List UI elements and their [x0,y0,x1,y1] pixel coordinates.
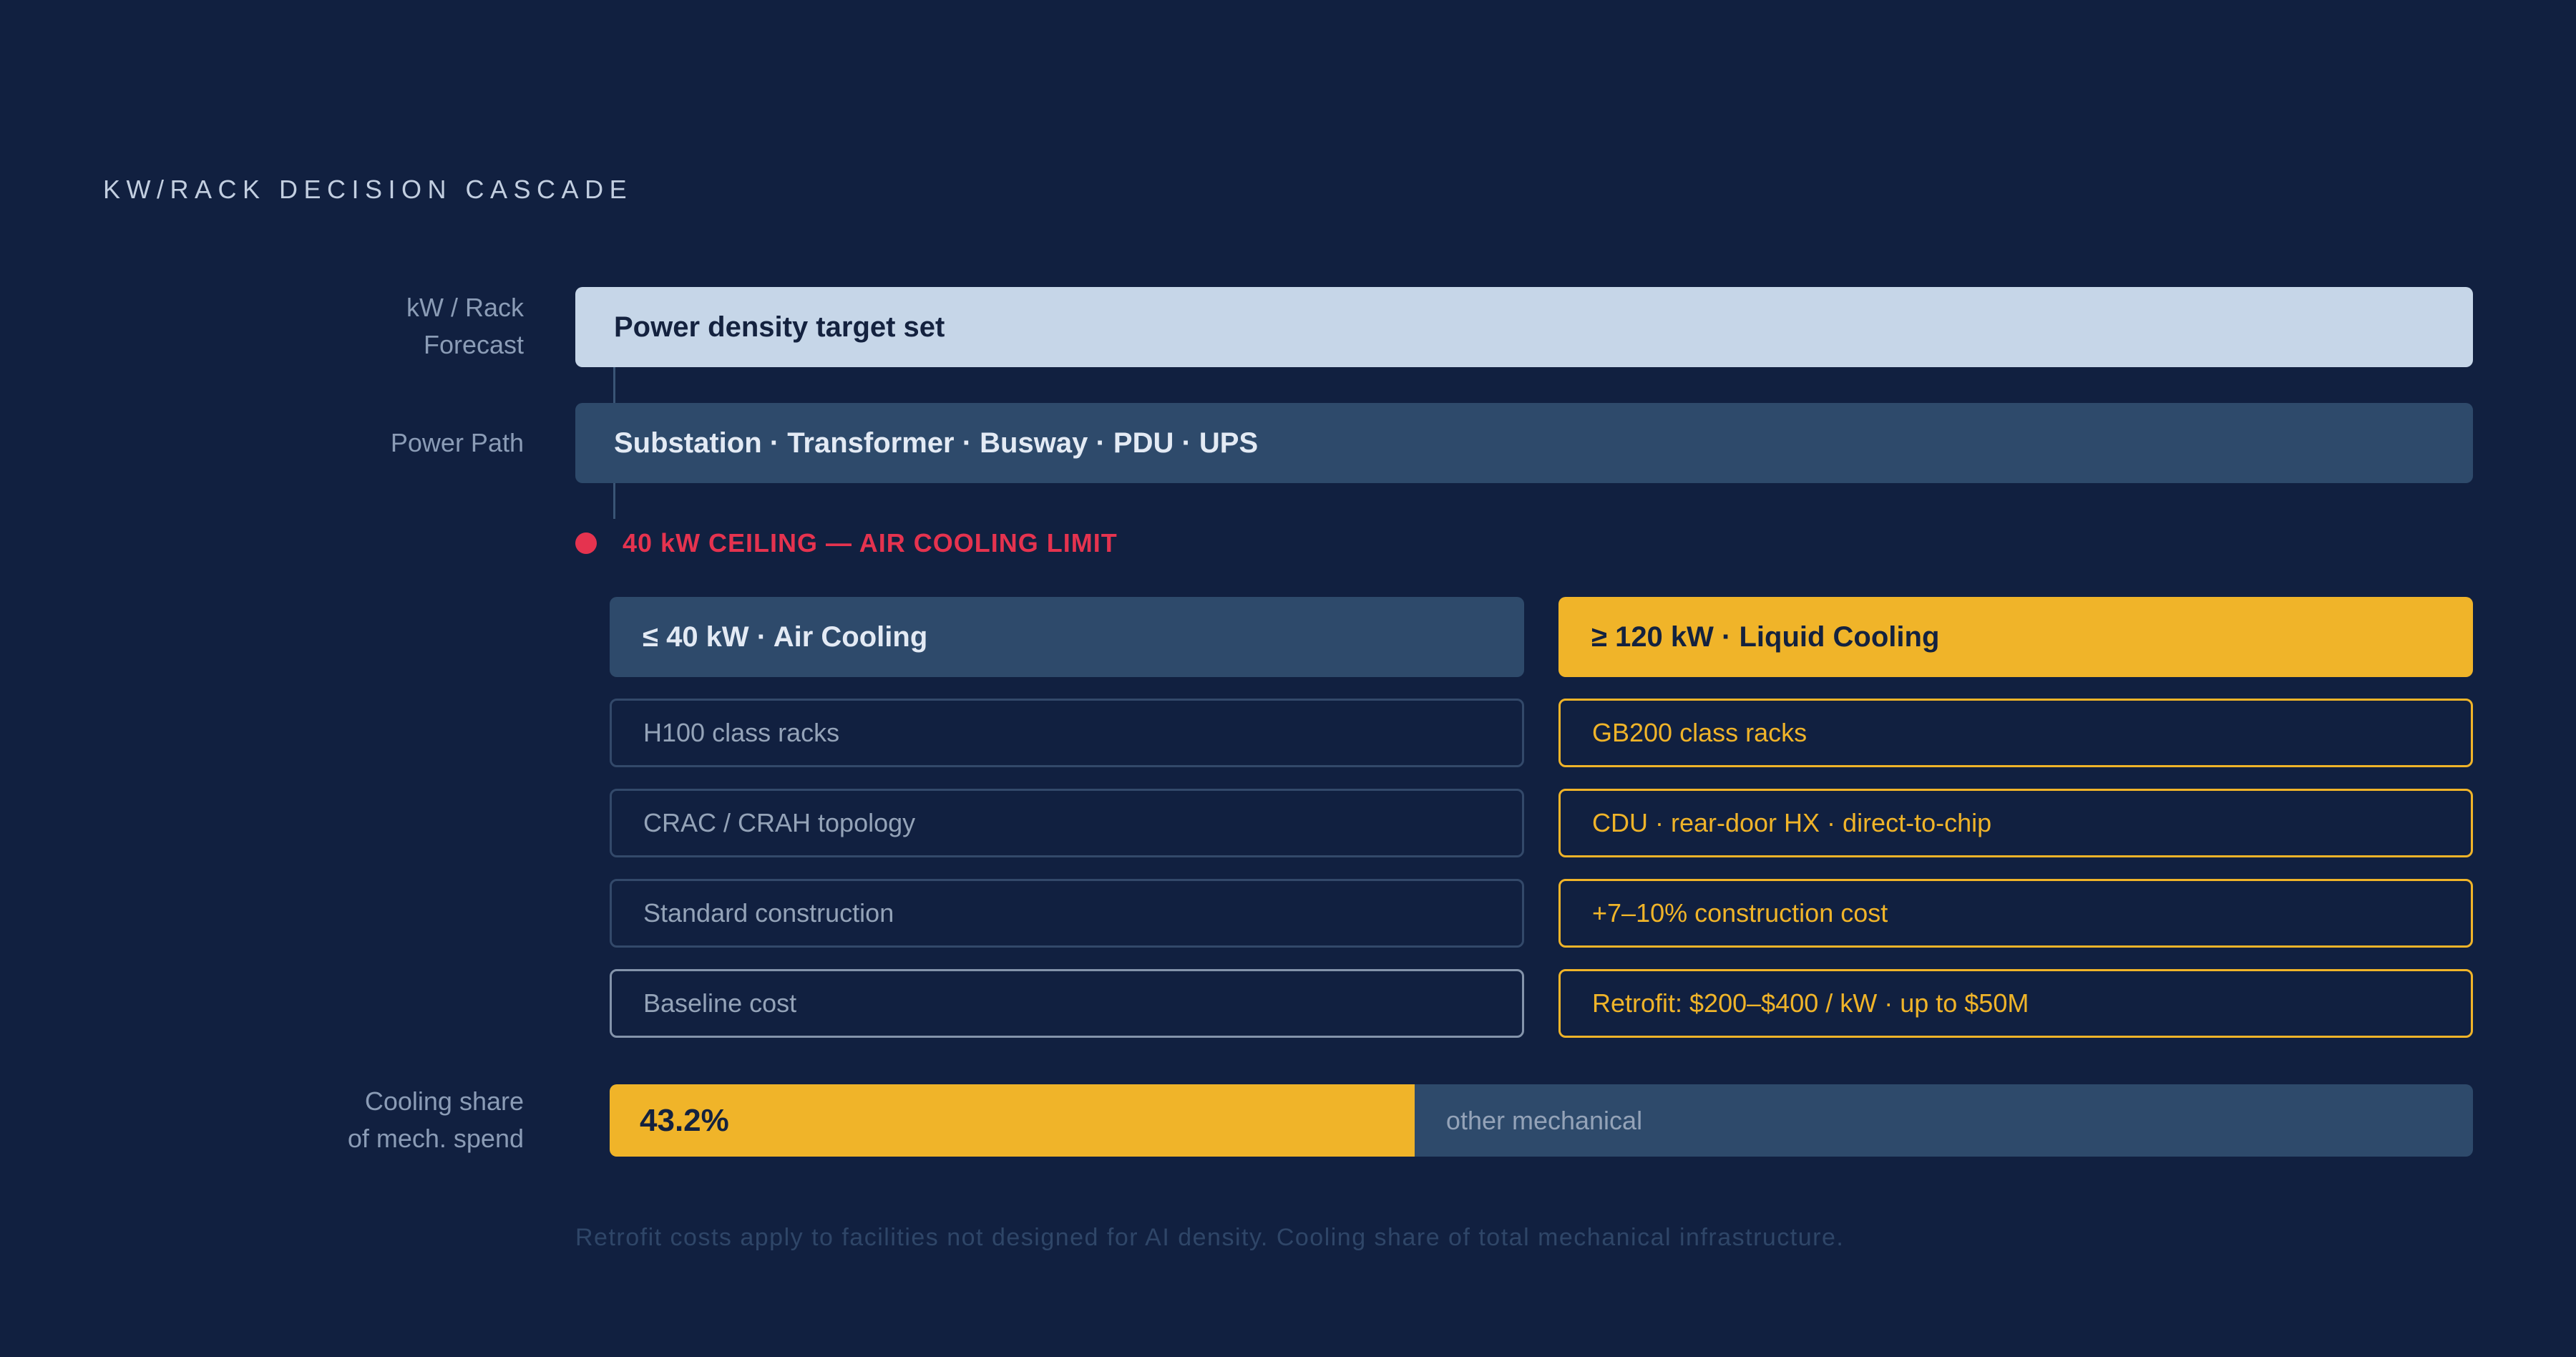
row-label-cooling-share: Cooling share of mech. spend [348,1083,524,1157]
row-label-forecast-line-2: Forecast [423,330,524,359]
liquid-cooling-item: +7–10% construction cost [1558,879,2473,948]
cooling-share-fill [610,1084,1415,1157]
liquid-cooling-item: Retrofit: $200–$400 / kW · up to $50M [1558,969,2473,1038]
air-cooling-item: Standard construction [610,879,1524,948]
power-density-target-node: Power density target set [575,287,2473,367]
air-cooling-item: H100 class racks [610,699,1524,767]
row-label-cooling-share-line-1: Cooling share [364,1086,524,1116]
air-cooling-branch-header: ≤ 40 kW · Air Cooling [610,597,1524,677]
ceiling-alert-dot [575,532,597,554]
air-cooling-item: CRAC / CRAH topology [610,789,1524,857]
cooling-share-bar: 43.2% other mechanical [610,1084,2473,1157]
row-label-forecast-line-1: kW / Rack [406,293,524,322]
liquid-cooling-item: CDU · rear-door HX · direct-to-chip [1558,789,2473,857]
footnote: Retrofit costs apply to facilities not d… [575,1224,1845,1251]
row-label-cooling-share-line-2: of mech. spend [347,1124,524,1153]
cooling-share-value: 43.2% [640,1102,729,1138]
chart-title: KW/RACK DECISION CASCADE [103,175,633,204]
liquid-cooling-branch-header: ≥ 120 kW · Liquid Cooling [1558,597,2473,677]
air-cooling-item: Baseline cost [610,969,1524,1038]
row-label-forecast: kW / Rack Forecast [406,289,524,364]
connector-target-to-power [613,367,615,403]
row-label-power-path: Power Path [390,428,524,457]
connector-power-to-ceiling [613,483,615,519]
liquid-cooling-item: GB200 class racks [1558,699,2473,767]
power-path-node: Substation · Transformer · Busway · PDU … [575,403,2473,483]
other-mechanical-label: other mechanical [1445,1105,1643,1135]
ceiling-label: 40 kW CEILING — AIR COOLING LIMIT [623,528,1118,558]
